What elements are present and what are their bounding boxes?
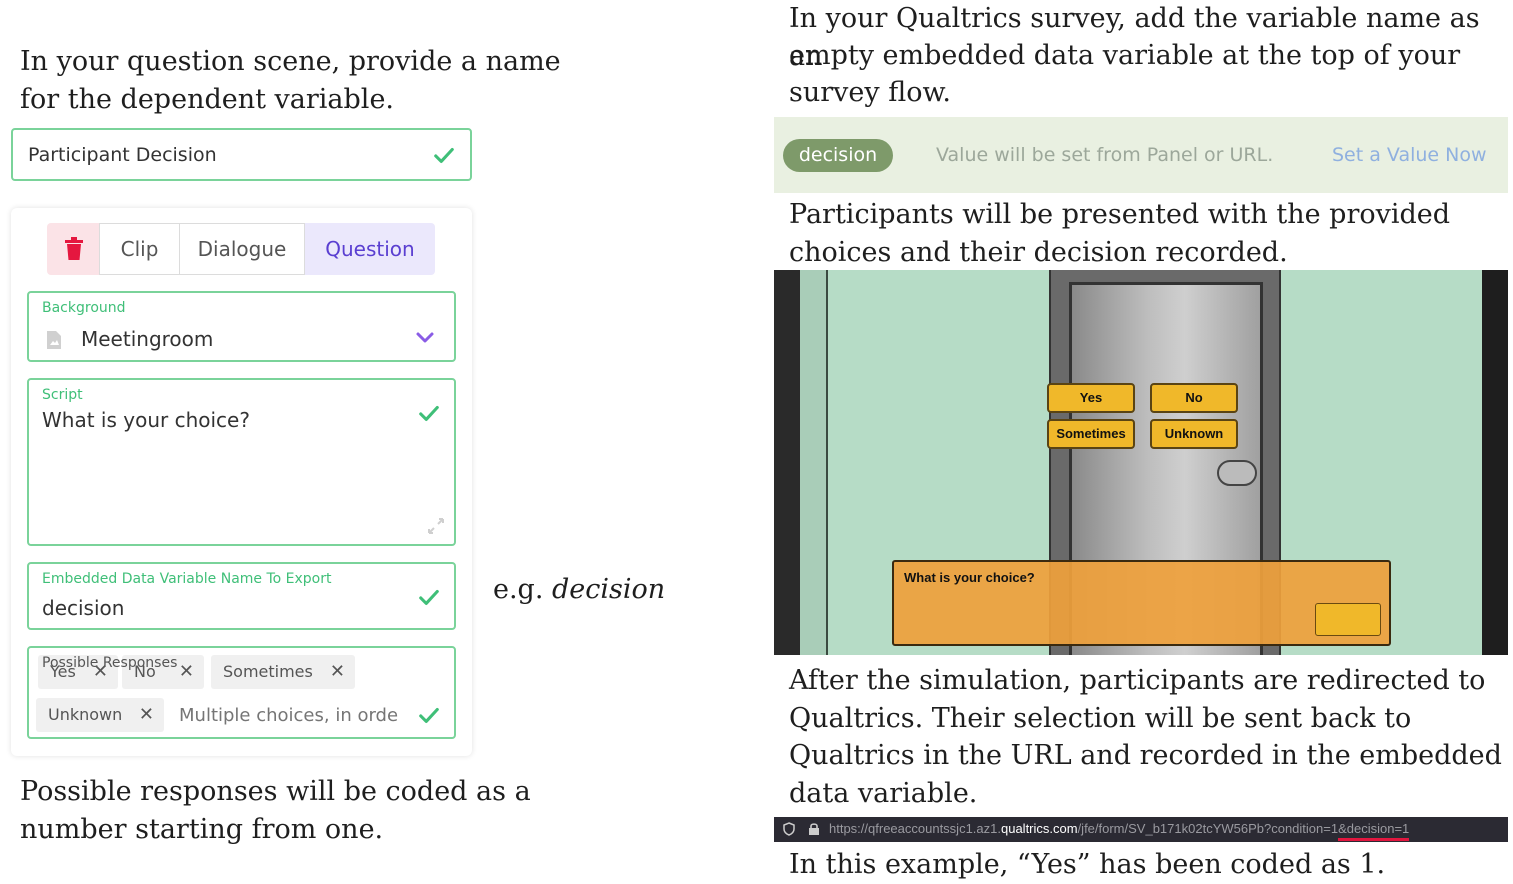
shield-icon <box>783 822 795 836</box>
right-after-line4: data variable. <box>789 778 978 809</box>
lock-icon <box>809 823 819 835</box>
game-choice-yes[interactable]: Yes <box>1047 383 1135 413</box>
embedded-variable-value: decision <box>42 596 125 620</box>
left-footer-line1: Possible responses will be coded as a <box>20 776 531 807</box>
example-value: decision <box>552 574 666 605</box>
close-icon[interactable]: ✕ <box>330 655 345 689</box>
embedded-data-bar: decision Value will be set from Panel or… <box>774 117 1508 193</box>
browser-url-bar[interactable]: https://qfreeaccountssjc1.az1.qualtrics.… <box>774 817 1508 842</box>
possible-responses-field[interactable]: Yes ✕ No ✕ Possible Responses Sometimes ✕ U… <box>27 646 456 739</box>
scene-left-edge <box>774 270 800 655</box>
tab-dialogue[interactable]: Dialogue <box>179 223 305 275</box>
embedded-variable-pill[interactable]: decision <box>783 139 893 172</box>
question-panel: What is your choice? <box>892 560 1391 646</box>
script-textarea[interactable]: Script What is your choice? <box>27 378 456 546</box>
url-path: /jfe/form/SV_b171k02tcYW56Pb?condition=1 <box>1077 821 1339 836</box>
chevron-down-icon[interactable] <box>415 331 435 345</box>
example-caption: e.g. decision <box>493 571 665 609</box>
url-decision-param: &decision=1 <box>1338 821 1410 841</box>
close-icon[interactable]: ✕ <box>179 655 194 689</box>
right-intro-line2: empty embedded data variable at the top … <box>789 40 1461 71</box>
right-present-line1: Participants will be presented with the … <box>789 199 1451 230</box>
response-chip-unknown[interactable]: Unknown ✕ <box>36 698 164 732</box>
script-value: What is your choice? <box>42 408 250 432</box>
image-file-icon <box>47 331 61 349</box>
close-icon[interactable]: ✕ <box>139 698 154 732</box>
responses-input[interactable] <box>177 700 407 730</box>
url-domain: qualtrics.com <box>1000 821 1078 836</box>
right-present-line2: choices and their decision recorded. <box>789 237 1288 268</box>
check-icon <box>419 707 439 723</box>
url-text: https://qfreeaccountssjc1.az1.qualtrics.… <box>829 821 1410 841</box>
game-choice-unknown[interactable]: Unknown <box>1150 419 1238 449</box>
resize-handle-icon[interactable] <box>426 516 446 536</box>
tab-clip[interactable]: Clip <box>99 223 180 275</box>
background-label: Background <box>42 300 126 316</box>
scene-right-edge <box>1482 270 1508 655</box>
right-after-line1: After the simulation, participants are r… <box>789 665 1486 696</box>
question-panel-text: What is your choice? <box>904 570 1035 585</box>
simulation-screenshot: Yes No Sometimes Unknown What is your ch… <box>774 270 1508 655</box>
response-chip-sometimes[interactable]: Sometimes ✕ <box>211 655 355 689</box>
continue-button[interactable] <box>1315 603 1381 636</box>
left-intro-line2: for the dependent variable. <box>20 84 395 115</box>
game-choice-no[interactable]: No <box>1150 383 1238 413</box>
check-icon <box>434 147 454 163</box>
scene-name-field[interactable]: Participant Decision <box>11 128 472 181</box>
right-intro-line3: survey flow. <box>789 77 951 108</box>
right-example-text: In this example, “Yes” has been coded as… <box>789 849 1386 880</box>
tab-question[interactable]: Question <box>305 223 435 275</box>
possible-responses-label: Possible Responses <box>42 655 178 671</box>
set-value-link[interactable]: Set a Value Now <box>1332 144 1487 166</box>
script-label: Script <box>42 387 83 403</box>
scene-name-value: Participant Decision <box>28 144 217 166</box>
embedded-note: Value will be set from Panel or URL. <box>936 144 1274 166</box>
check-icon <box>419 589 439 605</box>
response-chip-label: Unknown <box>48 705 123 724</box>
delete-button[interactable] <box>47 223 100 275</box>
embedded-variable-label: Embedded Data Variable Name To Export <box>42 571 332 587</box>
left-footer-line2: number starting from one. <box>20 814 384 845</box>
check-icon <box>419 405 439 421</box>
left-intro-line1: In your question scene, provide a name <box>20 46 561 77</box>
background-select[interactable]: Background Meetingroom <box>27 291 456 362</box>
right-after-line3: Qualtrics in the URL and recorded in the… <box>789 740 1502 771</box>
response-chip-label: Sometimes <box>223 662 313 681</box>
game-choice-sometimes[interactable]: Sometimes <box>1047 419 1135 449</box>
background-value: Meetingroom <box>81 327 214 351</box>
trash-icon <box>65 237 83 260</box>
url-prefix: https://qfreeaccountssjc1.az1. <box>829 821 1001 836</box>
door-handle <box>1217 460 1257 486</box>
scene-wall-pillar <box>800 270 828 655</box>
example-prefix: e.g. <box>493 574 553 605</box>
right-after-line2: Qualtrics. Their selection will be sent … <box>789 703 1412 734</box>
embedded-variable-field[interactable]: Embedded Data Variable Name To Export de… <box>27 562 456 630</box>
